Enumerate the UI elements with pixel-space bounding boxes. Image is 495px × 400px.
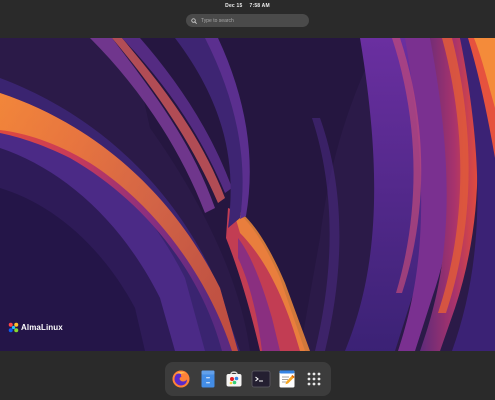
dock-app-software[interactable] [223,368,245,390]
search-bar[interactable] [186,14,309,27]
date-label: Dec 15 [225,3,243,9]
search-icon [191,17,197,24]
firefox-icon [172,370,190,388]
search-input[interactable] [201,17,301,24]
wallpaper [0,38,495,351]
text-editor-icon [279,370,295,388]
desktop-workspace[interactable]: AlmaLinux [0,38,495,351]
software-icon [226,371,242,387]
time-label: 7:58 AM [249,3,270,9]
dock [165,362,331,396]
app-grid-icon [307,372,321,386]
logo-text: AlmaLinux [21,323,63,332]
clock[interactable]: Dec 15 7:58 AM [0,3,495,9]
terminal-icon [251,370,271,388]
files-icon [201,370,215,388]
dock-app-terminal[interactable] [250,368,272,390]
top-bar: Dec 15 7:58 AM [0,0,495,38]
almalinux-logo-icon [8,322,19,333]
dock-app-firefox[interactable] [170,368,192,390]
dock-app-files[interactable] [197,368,219,390]
dock-app-text-editor[interactable] [276,368,298,390]
almalinux-logo: AlmaLinux [8,322,63,333]
dock-app-show-applications[interactable] [303,368,325,390]
